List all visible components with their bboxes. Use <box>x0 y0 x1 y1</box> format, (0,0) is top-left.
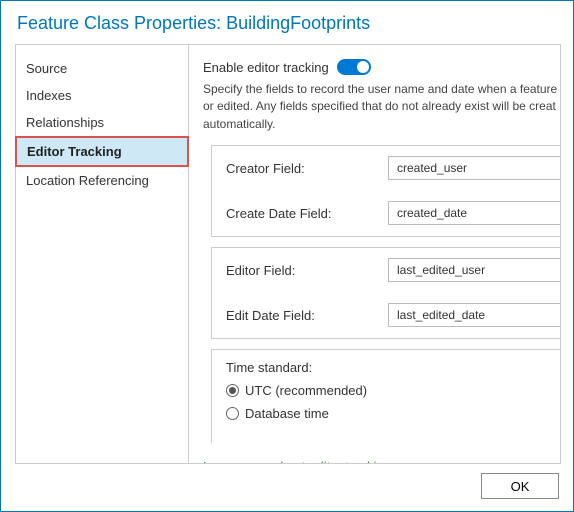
edit-date-field-input[interactable] <box>388 303 560 327</box>
creator-field-label: Creator Field: <box>226 161 388 176</box>
editor-field-input[interactable] <box>388 258 560 282</box>
radio-db-icon <box>226 407 239 420</box>
radio-utc-label: UTC (recommended) <box>245 383 367 398</box>
radio-db-label: Database time <box>245 406 329 421</box>
create-date-field-row: Create Date Field: <box>212 191 560 236</box>
sidebar-item-indexes[interactable]: Indexes <box>16 82 188 109</box>
tracking-description: Specify the fields to record the user na… <box>203 81 560 133</box>
editor-field-row: Editor Field: <box>212 248 560 293</box>
creator-fields-group: Creator Field: Create Date Field: <box>211 145 560 237</box>
properties-dialog: Feature Class Properties: BuildingFootpr… <box>0 0 574 512</box>
creator-field-input[interactable] <box>388 156 560 180</box>
editor-fields-group: Editor Field: Edit Date Field: <box>211 247 560 339</box>
editor-field-label: Editor Field: <box>226 263 388 278</box>
sidebar-item-relationships[interactable]: Relationships <box>16 109 188 136</box>
time-standard-section: Time standard: UTC (recommended) Databas… <box>211 349 560 443</box>
enable-tracking-toggle[interactable] <box>337 59 371 75</box>
dialog-footer: OK <box>481 473 559 499</box>
sidebar-item-source[interactable]: Source <box>16 55 188 82</box>
edit-date-field-row: Edit Date Field: <box>212 293 560 338</box>
time-standard-label: Time standard: <box>226 360 546 375</box>
enable-tracking-row: Enable editor tracking <box>203 59 560 75</box>
selection-highlight: Editor Tracking <box>15 136 189 167</box>
learn-more-link[interactable]: Learn more about editor tracking <box>203 459 391 464</box>
radio-database-time[interactable]: Database time <box>226 406 546 421</box>
sidebar-item-location-referencing[interactable]: Location Referencing <box>16 167 188 194</box>
create-date-field-input[interactable] <box>388 201 560 225</box>
dialog-title: Feature Class Properties: BuildingFootpr… <box>1 1 573 44</box>
create-date-field-label: Create Date Field: <box>226 206 388 221</box>
sidebar-item-editor-tracking[interactable]: Editor Tracking <box>16 136 188 167</box>
main-panel: Enable editor tracking Specify the field… <box>189 44 561 464</box>
radio-utc[interactable]: UTC (recommended) <box>226 383 546 398</box>
sidebar-item-label: Editor Tracking <box>17 138 187 165</box>
ok-button[interactable]: OK <box>481 473 559 499</box>
creator-field-row: Creator Field: <box>212 146 560 191</box>
content-area: Source Indexes Relationships Editor Trac… <box>1 44 573 464</box>
radio-utc-icon <box>226 384 239 397</box>
edit-date-field-label: Edit Date Field: <box>226 308 388 323</box>
enable-tracking-label: Enable editor tracking <box>203 60 329 75</box>
sidebar-nav: Source Indexes Relationships Editor Trac… <box>15 44 189 464</box>
